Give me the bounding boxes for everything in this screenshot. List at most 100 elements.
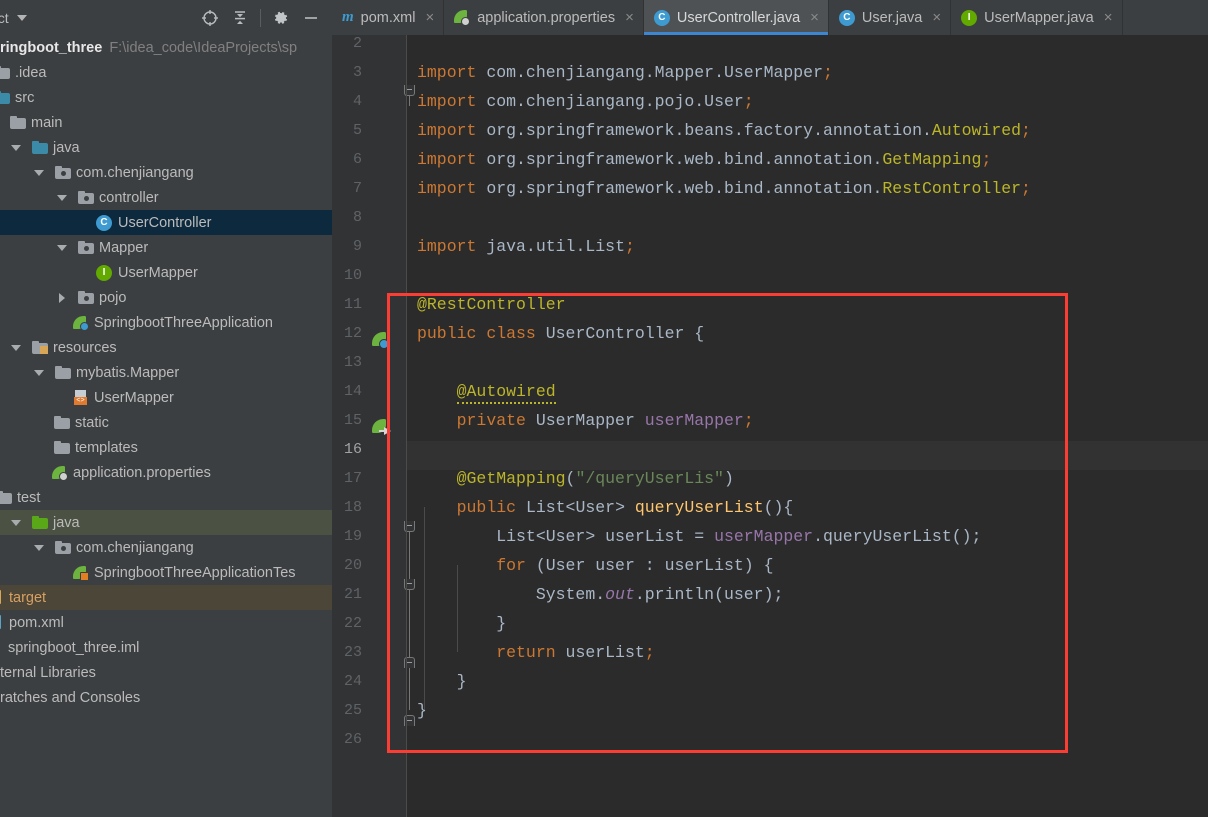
minimize-icon[interactable] — [296, 3, 326, 33]
line-number: 21 — [343, 586, 362, 603]
iml-file-icon — [0, 640, 3, 655]
tree-item-label: static — [75, 414, 109, 431]
tree-item-label: pom.xml — [9, 614, 64, 631]
tree-item-label: UserMapper — [118, 264, 198, 281]
tree-item-label: ternal Libraries — [0, 664, 96, 681]
idea-window: ect — [0, 0, 1208, 817]
tree-item-test[interactable]: test — [0, 485, 332, 510]
tool-window-title[interactable]: ect — [0, 10, 9, 26]
tree-item-package-com-chenjiangang[interactable]: com.chenjiangang — [0, 160, 332, 185]
locate-icon[interactable] — [195, 3, 225, 33]
line-number: 13 — [343, 354, 362, 371]
chevron-down-icon[interactable] — [8, 519, 24, 526]
collapse-all-icon[interactable] — [225, 3, 255, 33]
editor-tab-bar: m pom.xml × application.properties × C U… — [332, 0, 1208, 35]
tree-item-package-com-chenjiangang-test[interactable]: com.chenjiangang — [0, 535, 332, 560]
tree-item-package-mapper[interactable]: Mapper — [0, 235, 332, 260]
line-number: 9 — [352, 238, 362, 255]
code-line-18: public List<User> queryUserList(){ — [456, 498, 794, 517]
tree-item-package-pojo[interactable]: pojo — [0, 285, 332, 310]
folder-icon — [55, 366, 71, 379]
java-class-icon: C — [838, 9, 855, 26]
chevron-down-icon[interactable] — [8, 344, 24, 351]
tree-item-label: target — [9, 589, 47, 606]
line-number: 4 — [352, 93, 362, 110]
java-interface-icon: I — [96, 264, 112, 281]
editor-tab-pom-xml[interactable]: m pom.xml × — [332, 0, 445, 35]
folder-icon — [54, 416, 70, 429]
tree-item-application-properties[interactable]: application.properties — [0, 460, 332, 485]
line-number: 11 — [343, 296, 362, 313]
line-number: 26 — [343, 731, 362, 748]
close-icon[interactable]: × — [625, 10, 634, 25]
tree-item-resources[interactable]: resources — [0, 335, 332, 360]
chevron-down-icon[interactable] — [31, 544, 47, 551]
tree-item-templates[interactable]: templates — [0, 435, 332, 460]
tab-label: UserController.java — [676, 9, 801, 26]
package-icon — [78, 241, 94, 254]
folder-icon — [0, 66, 10, 79]
editor-tab-application-properties[interactable]: application.properties × — [444, 0, 644, 35]
close-icon[interactable]: × — [425, 10, 434, 25]
project-tree-panel[interactable]: ringboot_three F:\idea_code\IdeaProjects… — [0, 35, 332, 817]
tree-item-idea[interactable]: .idea — [0, 60, 332, 85]
spring-test-icon — [73, 565, 89, 581]
tree-item-mybatis-mapper[interactable]: mybatis.Mapper — [0, 360, 332, 385]
tree-item-package-controller[interactable]: controller — [0, 185, 332, 210]
close-icon[interactable]: × — [810, 10, 819, 25]
tab-label: pom.xml — [360, 9, 416, 26]
spring-bean-icon[interactable] — [372, 332, 389, 349]
tree-item-usermapper-interface[interactable]: I UserMapper — [0, 260, 332, 285]
folder-icon — [10, 116, 26, 129]
folder-icon — [32, 141, 48, 154]
maven-file-icon — [0, 615, 4, 630]
code-editor[interactable]: 2 3 4 5 6 7 8 9 10 11 12 13 14 15 16 17 … — [332, 35, 1208, 817]
close-icon[interactable]: × — [1104, 10, 1113, 25]
tree-item-pom-xml[interactable]: pom.xml — [0, 610, 332, 635]
tree-item-main[interactable]: main — [0, 110, 332, 135]
project-root-row[interactable]: ringboot_three F:\idea_code\IdeaProjects… — [0, 35, 332, 60]
spring-autowire-icon[interactable] — [372, 419, 391, 435]
code-text-area[interactable]: import com.chenjiangang.Mapper.UserMappe… — [407, 35, 1208, 817]
tree-item-label: .idea — [15, 64, 47, 81]
folder-icon — [0, 91, 10, 104]
editor-tab-usercontroller-java[interactable]: C UserController.java × — [643, 0, 829, 35]
chevron-down-icon[interactable] — [54, 244, 70, 251]
tree-item-springbootthreeapplicationtests[interactable]: SpringbootThreeApplicationTes — [0, 560, 332, 585]
line-number: 25 — [343, 702, 362, 719]
gear-icon[interactable] — [266, 3, 296, 33]
code-line-19: List<User> userList = userMapper.queryUs… — [417, 527, 982, 546]
close-icon[interactable]: × — [932, 10, 941, 25]
tree-item-scratches-and-consoles[interactable]: ratches and Consoles — [0, 685, 332, 710]
tree-item-java-main[interactable]: java — [0, 135, 332, 160]
tree-item-usermapper-xml[interactable]: <> UserMapper — [0, 385, 332, 410]
tree-item-src[interactable]: src — [0, 85, 332, 110]
line-number: 15 — [343, 412, 362, 429]
line-number: 12 — [343, 325, 362, 342]
chevron-down-icon[interactable] — [16, 14, 27, 21]
tab-label: User.java — [861, 9, 923, 26]
folder-icon — [32, 516, 48, 529]
java-interface-icon: I — [961, 9, 978, 26]
tree-item-iml[interactable]: springboot_three.iml — [0, 635, 332, 660]
tree-item-springbootthreeapplication[interactable]: SpringbootThreeApplication — [0, 310, 332, 335]
tree-item-java-test[interactable]: java — [0, 510, 332, 535]
chevron-down-icon[interactable] — [54, 194, 70, 201]
project-path: F:\idea_code\IdeaProjects\sp — [109, 39, 298, 56]
toolbar-separator — [260, 8, 261, 27]
editor-tab-user-java[interactable]: C User.java × — [829, 0, 952, 35]
tree-item-external-libraries[interactable]: ternal Libraries — [0, 660, 332, 685]
tree-item-label: com.chenjiangang — [76, 539, 194, 556]
tree-item-static[interactable]: static — [0, 410, 332, 435]
chevron-down-icon[interactable] — [8, 144, 24, 151]
chevron-right-icon[interactable] — [54, 292, 70, 303]
chevron-down-icon[interactable] — [31, 369, 47, 376]
code-line-7: import org.springframework.web.bind.anno… — [417, 179, 1031, 198]
tree-item-target[interactable]: target — [0, 585, 332, 610]
chevron-down-icon[interactable] — [31, 169, 47, 176]
tree-item-label: java — [53, 139, 80, 156]
editor-gutter[interactable]: 2 3 4 5 6 7 8 9 10 11 12 13 14 15 16 17 … — [332, 35, 415, 817]
code-line-9: import java.util.List; — [417, 237, 635, 256]
editor-tab-usermapper-java[interactable]: I UserMapper.java × — [951, 0, 1123, 35]
tree-item-usercontroller[interactable]: C UserController — [0, 210, 332, 235]
